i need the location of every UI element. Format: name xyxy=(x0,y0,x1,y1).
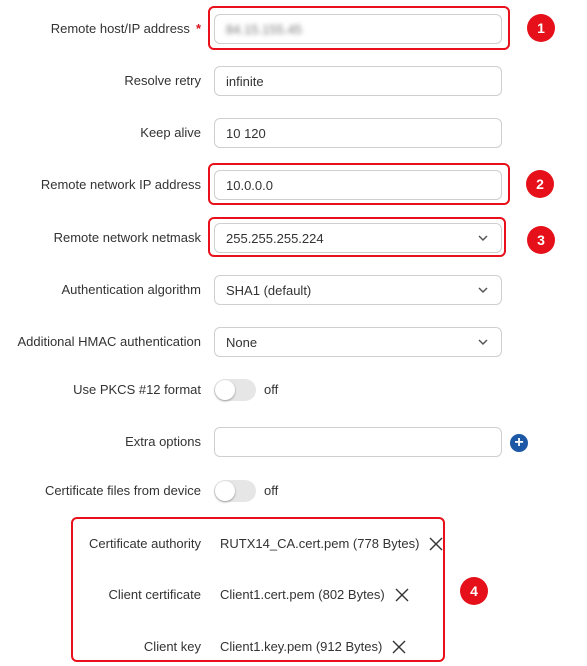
cert-from-device-label: Certificate files from device xyxy=(44,483,201,498)
highlight-box-3 xyxy=(208,217,506,257)
remote-network-netmask-label: Remote network netmask xyxy=(53,230,201,245)
resolve-retry-input[interactable]: infinite xyxy=(214,66,502,96)
highlight-box-4 xyxy=(71,517,445,662)
toggle-knob xyxy=(215,380,235,400)
highlight-box-2 xyxy=(208,163,510,205)
remote-network-ip-label: Remote network IP address xyxy=(40,177,201,192)
highlight-box-1 xyxy=(208,6,510,50)
pkcs12-toggle[interactable] xyxy=(214,379,256,401)
pkcs12-state: off xyxy=(264,382,279,397)
keep-alive-input[interactable]: 10 120 xyxy=(214,118,502,148)
pkcs12-label: Use PKCS #12 format xyxy=(73,382,201,397)
chevron-down-icon xyxy=(478,339,488,346)
cert-from-device-state: off xyxy=(264,483,279,498)
hmac-auth-select[interactable]: None xyxy=(214,327,502,357)
badge-2: 2 xyxy=(526,170,554,198)
hmac-auth-label: Additional HMAC authentication xyxy=(17,334,201,349)
plus-circle-icon[interactable]: + xyxy=(510,434,528,452)
auth-algorithm-label: Authentication algorithm xyxy=(61,282,201,297)
required-marker: * xyxy=(195,21,201,36)
badge-3: 3 xyxy=(527,226,555,254)
remote-host-label: Remote host/IP address * xyxy=(50,21,201,36)
badge-1: 1 xyxy=(527,14,555,42)
keep-alive-label: Keep alive xyxy=(140,125,201,140)
extra-options-input[interactable] xyxy=(214,427,502,457)
extra-options-label: Extra options xyxy=(125,434,201,449)
toggle-knob xyxy=(215,481,235,501)
auth-algorithm-select[interactable]: SHA1 (default) xyxy=(214,275,502,305)
badge-4: 4 xyxy=(460,577,488,605)
cert-from-device-toggle[interactable] xyxy=(214,480,256,502)
chevron-down-icon xyxy=(478,287,488,294)
resolve-retry-label: Resolve retry xyxy=(124,73,201,88)
